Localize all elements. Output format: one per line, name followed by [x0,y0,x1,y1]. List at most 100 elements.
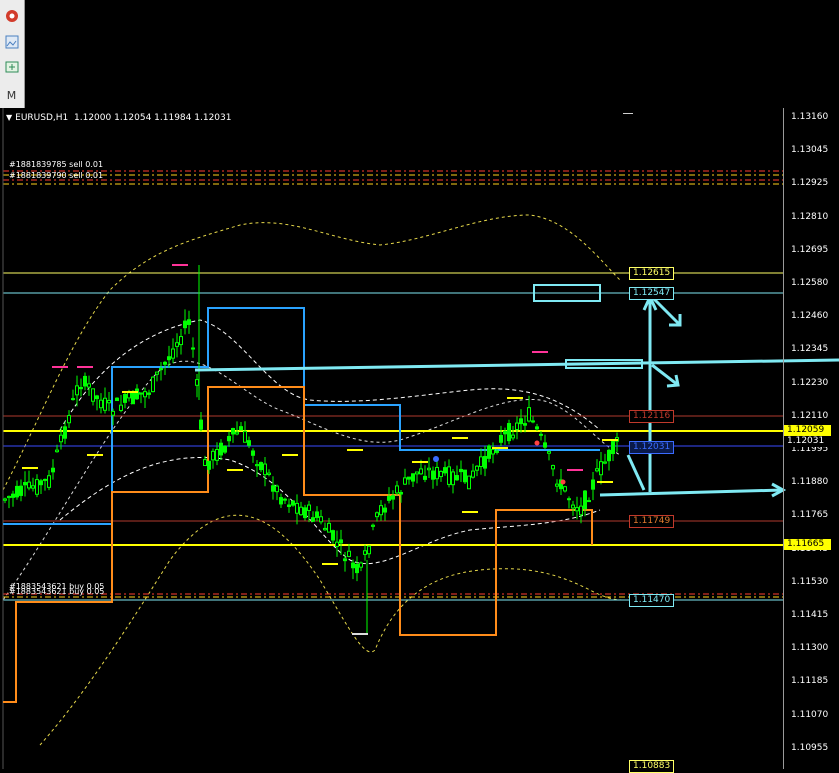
price-tick: 1.12925 [791,178,829,189]
candle-body [11,493,15,498]
candle-body [283,498,287,501]
arrow-down-stroke [626,454,646,491]
price-tick: 1.11415 [791,610,829,620]
candle-body [207,460,211,470]
candle-body [151,376,155,393]
candle-body [575,507,579,512]
candle-body [147,392,151,395]
candle-body [515,422,519,431]
candle-body [295,502,299,514]
candle-body [359,562,363,568]
candle-body [191,347,195,350]
candle-body [79,386,83,390]
price-tick: 1.11185 [791,676,829,687]
candle-body [119,404,123,411]
candle-body [423,475,427,480]
candle-body [331,530,335,541]
candle-body [203,459,207,466]
candle-body [87,383,91,388]
horizontal-levels [2,108,783,769]
price-tick: 1.11765 [791,510,829,521]
candle-body [607,449,611,462]
candle-body [495,450,499,453]
candle-body [131,391,135,405]
candle-body [287,504,291,507]
price-tick: 1.12695 [791,244,829,255]
candle-body [91,388,95,402]
candle-body [239,426,243,431]
candle-body [583,490,587,510]
candle-body [291,500,295,506]
candle-body [347,550,351,557]
candle-body [519,418,523,425]
inner-upper-band [59,319,601,431]
price-tick: 1.12580 [791,278,829,288]
candle-body [351,562,355,569]
candle-body [127,392,131,399]
candle-body [599,461,603,476]
user-drawings[interactable] [194,284,839,498]
candle-body [503,430,507,435]
order-buy-2[interactable]: #1883543621 buy 0.05 [9,587,104,596]
candle-body [335,541,339,547]
candle-body [555,483,559,487]
candle-body [255,464,259,467]
candle-body [435,466,439,480]
ohlc-values: 1.12000 1.12054 1.11984 1.12031 [74,113,232,123]
candle-body [467,475,471,490]
candle-body [39,480,43,486]
candle-body [279,497,283,505]
candle-body [7,495,11,499]
candle-body [419,468,423,475]
candle-body [275,485,279,493]
candle-body [387,496,391,501]
order-sell-1[interactable]: #1881839785 sell 0.01 [9,160,103,169]
candle-body [459,468,463,473]
candle-body [215,448,219,461]
level-label-blue-current: 1.12031 [629,441,675,454]
candle-body [355,563,359,574]
level-label-red-lower: 1.11749 [629,515,675,528]
candle-body [231,427,235,435]
candle-body [303,507,307,519]
candle-body [523,423,527,426]
candle-body [407,476,411,480]
candle-body [563,486,567,492]
order-sell-2[interactable]: #1881839790 sell 0.01 [9,171,103,180]
price-tick: 1.12810 [791,211,829,222]
candle-body [479,456,483,467]
chevron-down-icon[interactable]: ▼ [6,113,12,122]
price-tick: 1.12460 [791,311,829,322]
candle-body [411,473,415,482]
candle-body [63,426,67,439]
candle-body [55,449,59,453]
candle-body [31,485,35,489]
candle-body [571,504,575,509]
candle-body [323,527,327,531]
candle-body [367,545,371,555]
candle-body [19,485,23,496]
candle-body [471,470,475,478]
arrow-right-mid [651,363,679,387]
candle-body [595,468,599,472]
candle-body [83,375,87,387]
candle-body [159,368,163,371]
candle-body [527,407,531,422]
level-label-cyan-upper: 1.12547 [629,287,675,300]
price-tick: 1.12345 [791,344,829,355]
price-tick: 1.11070 [791,709,829,720]
candle-body [315,511,319,518]
support-price-badge: 1.11665 [784,539,831,550]
candle-body [511,434,515,439]
candle-body [399,491,403,495]
candle-body [611,441,615,455]
candle-body [99,399,103,409]
candle-body [71,398,75,401]
symbol-name: EURUSD,H1 [15,113,69,123]
candle-body [507,423,511,442]
candle-body [259,462,263,471]
candle-body [75,385,79,396]
candle-body [15,485,19,498]
arrow-right-upper [650,295,682,327]
candle-body [343,558,347,562]
